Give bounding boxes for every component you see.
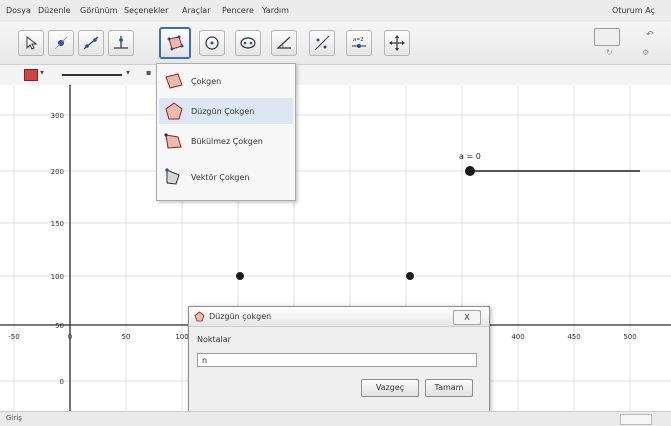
move-view-icon	[389, 35, 405, 51]
point-style-icon[interactable]: ▪	[146, 68, 151, 77]
polygon-icon	[167, 35, 184, 51]
input-bar-label: Giriş	[6, 414, 22, 422]
y-tick-label: 150	[51, 220, 64, 228]
ok-button[interactable]: Tamam	[425, 379, 473, 397]
point-b[interactable]	[406, 272, 414, 280]
menu-item-rigid-polygon[interactable]: Bükülmez Çokgen	[159, 128, 293, 154]
vertices-input[interactable]: n	[197, 353, 477, 367]
chevron-down-icon[interactable]: ▾	[40, 68, 44, 77]
menu-item-label: Düzgün Çokgen	[191, 106, 255, 116]
tool-circle[interactable]	[199, 30, 225, 56]
keyboard-toggle-button[interactable]	[620, 414, 652, 425]
slider-icon: a=2	[352, 37, 366, 48]
tool-angle[interactable]	[271, 30, 297, 56]
menu-item-label: Bükülmez Çokgen	[191, 136, 263, 146]
x-tick-label: -50	[8, 333, 19, 341]
menu-item-label: Çokgen	[191, 76, 222, 86]
slider-label: a = 0	[459, 152, 481, 161]
rigid-polygon-tool-icon	[164, 133, 182, 149]
polygon-tool-icon	[165, 73, 183, 89]
menu-item-polygon[interactable]: Çokgen	[159, 68, 293, 94]
menu-file[interactable]: Dosya	[6, 6, 31, 15]
status-bar: Giriş	[0, 411, 671, 426]
tool-ellipse[interactable]	[235, 30, 261, 56]
menu-tools[interactable]: Araçlar	[182, 6, 210, 15]
color-swatch[interactable]	[24, 69, 38, 81]
svg-text:a=2: a=2	[353, 37, 363, 43]
dialog-close-button[interactable]: X	[453, 310, 481, 325]
polygon-tool-menu: Çokgen Düzgün Çokgen Bükülmez Çokgen Vek…	[156, 63, 296, 201]
menu-item-label: Vektör Çokgen	[191, 172, 250, 182]
tool-line[interactable]	[78, 30, 104, 56]
dialog-title: Düzgün çokgen	[209, 312, 272, 321]
y-tick-label: 200	[51, 168, 64, 176]
line-style-sample[interactable]	[62, 74, 122, 76]
y-tick-label: 50	[55, 322, 64, 330]
point-icon	[54, 36, 68, 50]
menu-bar: Dosya Düzenle Görünüm Seçenekler Araçlar…	[0, 0, 671, 23]
tool-move[interactable]	[18, 30, 44, 56]
refresh-icon[interactable]: ↻	[606, 48, 613, 57]
move-cursor-icon	[26, 35, 38, 50]
undo-icon[interactable]: ↶	[646, 30, 654, 40]
style-bar: ▾ ▾ ▪	[0, 65, 671, 86]
regular-polygon-dialog: Düzgün çokgen X Noktalar n Vazgeç Tamam	[188, 306, 490, 413]
tool-move-view[interactable]	[384, 30, 410, 56]
angle-icon	[276, 36, 291, 49]
menu-view[interactable]: Görünüm	[80, 6, 117, 15]
x-tick-label: 400	[511, 333, 524, 341]
menu-options[interactable]: Seçenekler	[124, 6, 168, 15]
tool-perpendicular[interactable]	[108, 30, 134, 56]
perpendicular-line-icon	[114, 36, 128, 49]
ellipse-icon	[240, 37, 256, 49]
toolbar: a=2 ↶ ↻ ⚙	[0, 22, 671, 65]
settings-icon[interactable]: ⚙	[642, 48, 649, 57]
reflect-icon	[314, 35, 330, 51]
y-tick-label: 300	[51, 112, 64, 120]
y-tick-label: 100	[51, 273, 64, 281]
cancel-button[interactable]: Vazgeç	[361, 379, 419, 397]
tool-point[interactable]	[48, 30, 74, 56]
polygon-small-icon	[194, 311, 205, 322]
x-tick-label: 50	[122, 333, 131, 341]
x-tick-label: 450	[567, 333, 580, 341]
x-tick-label: 0	[68, 333, 72, 341]
line-style-chevron-icon[interactable]: ▾	[126, 68, 130, 77]
tool-reflect[interactable]	[309, 30, 335, 56]
sign-in-link[interactable]: Oturum Aç	[612, 6, 655, 15]
menu-item-regular-polygon[interactable]: Düzgün Çokgen	[159, 98, 293, 124]
x-tick-label: 500	[623, 333, 636, 341]
point-a[interactable]	[236, 272, 244, 280]
vector-polygon-tool-icon	[165, 168, 180, 185]
vertices-label: Noktalar	[197, 335, 231, 344]
x-tick-label: 100	[175, 333, 188, 341]
menu-edit[interactable]: Düzenle	[38, 6, 71, 15]
y-tick-label: 0	[60, 378, 64, 386]
circle-icon	[205, 36, 219, 50]
dialog-title-bar: Düzgün çokgen X	[189, 307, 489, 327]
menu-item-vector-polygon[interactable]: Vektör Çokgen	[159, 164, 293, 190]
menu-help[interactable]: Yardım	[262, 6, 289, 15]
regular-polygon-tool-icon	[165, 102, 183, 120]
menu-window[interactable]: Pencere	[222, 6, 254, 15]
slider-handle[interactable]	[465, 166, 475, 176]
tool-slider[interactable]: a=2	[346, 30, 372, 56]
undo-redo-button[interactable]	[594, 28, 620, 46]
tool-polygon[interactable]	[159, 27, 191, 59]
line-icon	[83, 36, 99, 50]
